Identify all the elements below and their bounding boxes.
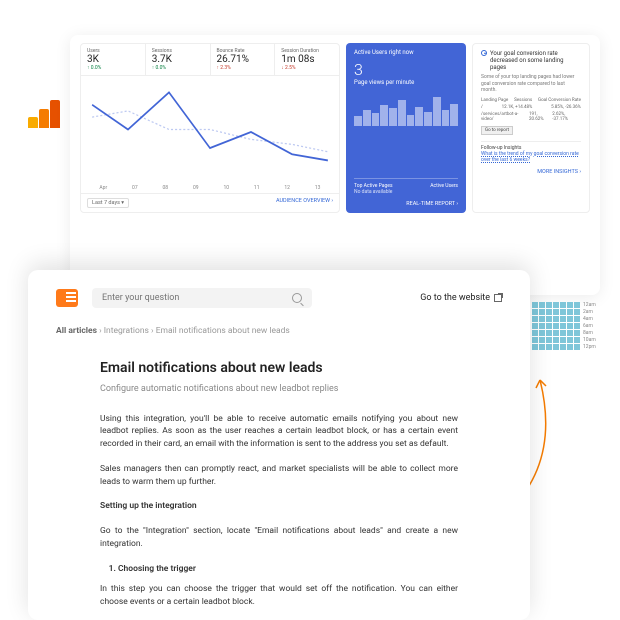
analytics-dashboard: Users3K↑ 0.0% Sessions3.7K↑ 0.0% Bounce … [70, 35, 600, 295]
hourly-heatmap: 12am 2am 4am 6am 8am 10am 12pm [532, 302, 596, 351]
insights-panel: Your goal conversion rate decreased on s… [472, 43, 590, 213]
app-logo-icon [56, 289, 78, 307]
insight-desc: Some of your top landing pages had lower… [481, 74, 581, 94]
stat-duration[interactable]: Session Duration1m 08s↓ 2.5% [275, 44, 339, 75]
article-heading: Setting up the integration [100, 501, 197, 511]
stat-bounce[interactable]: Bounce Rate26.71%↑ 2.3% [211, 44, 276, 75]
article-step: Choosing the trigger [118, 563, 458, 576]
breadcrumb: All articles › Integrations › Email noti… [56, 326, 502, 336]
article-paragraph: In this step you can choose the trigger … [100, 583, 458, 609]
realtime-title: Active Users right now [354, 49, 458, 56]
stat-sessions[interactable]: Sessions3.7K↑ 0.0% [146, 44, 211, 75]
table-row: /12.1K, +14.48%5.85%, -26.36% [481, 104, 581, 111]
crumb-current: Email notifications about new leads [156, 326, 290, 336]
followup-link[interactable]: What is the trend of my goal conversion … [481, 151, 579, 163]
x-axis: Apr 07080910111213 [81, 183, 339, 193]
realtime-report-link[interactable]: REAL-TIME REPORT › [354, 201, 458, 207]
analytics-logo-icon [28, 100, 60, 128]
active-users-count: 3 [354, 60, 458, 79]
trend-chart [81, 76, 339, 183]
insight-table: Landing PageSessionsGoal Conversion Rate… [481, 97, 581, 123]
search-icon [292, 293, 302, 303]
article-title: Email notifications about new leads [100, 358, 458, 379]
realtime-bars [354, 94, 458, 126]
realtime-panel: Active Users right now 3 Page views per … [346, 43, 466, 213]
crumb-integrations[interactable]: Integrations [104, 326, 149, 336]
table-row: /services/artbot-a-video/191, 20.62%2.62… [481, 111, 581, 123]
article-paragraph: Go to the "Integration" section, locate … [100, 525, 458, 551]
insight-headline: Your goal conversion rate decreased on s… [490, 50, 581, 71]
article-paragraph: Using this integration, you'll be able t… [100, 413, 458, 451]
no-data-label: No data available [354, 189, 458, 195]
more-insights-link[interactable]: MORE INSIGHTS › [481, 169, 581, 175]
article-body: Email notifications about new leads Conf… [56, 358, 502, 620]
stat-users[interactable]: Users3K↑ 0.0% [81, 44, 146, 75]
external-link-icon [494, 294, 502, 302]
insight-icon [481, 50, 487, 56]
article-paragraph: Sales managers then can promptly react, … [100, 463, 458, 489]
go-to-website-link[interactable]: Go to the website [420, 293, 502, 303]
article-subtitle: Configure automatic notifications about … [100, 383, 458, 397]
crumb-all-articles[interactable]: All articles [56, 326, 97, 336]
audience-overview-link[interactable]: AUDIENCE OVERVIEW › [276, 198, 333, 208]
go-to-report-button[interactable]: Go to report [481, 126, 513, 135]
help-article-panel: Go to the website All articles › Integra… [28, 270, 530, 620]
period-selector[interactable]: Last 7 days ▾ [87, 198, 129, 208]
overview-panel: Users3K↑ 0.0% Sessions3.7K↑ 0.0% Bounce … [80, 43, 340, 213]
search-input[interactable] [92, 288, 312, 308]
pageviews-label: Page views per minute [354, 79, 458, 86]
